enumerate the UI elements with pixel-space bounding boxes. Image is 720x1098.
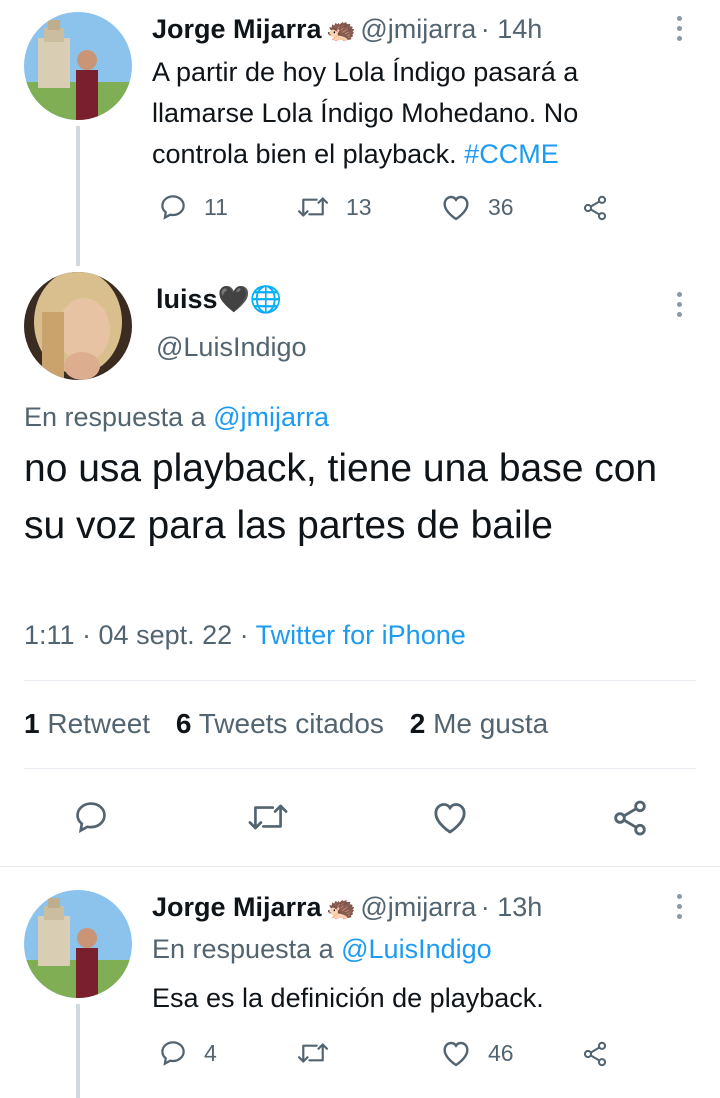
author-handle[interactable]: @jmijarra (360, 14, 476, 44)
reply-prefix: En respuesta a (24, 402, 214, 432)
main-author-name-row: luiss🖤🌐 (156, 284, 282, 315)
hedgehog-emoji: 🦔 (326, 17, 356, 44)
likes-label: Me gusta (433, 708, 549, 739)
reply-action[interactable]: 4 (158, 1038, 217, 1068)
share-icon (583, 195, 607, 221)
reply-prefix: En respuesta a (152, 934, 342, 964)
tweet2-header: Jorge Mijarra 🦔 @jmijarra · 13h (152, 892, 542, 923)
quotes-label: Tweets citados (198, 708, 384, 739)
divider (0, 866, 720, 867)
retweet-count: 13 (346, 193, 372, 220)
retweet-button[interactable] (246, 798, 306, 836)
author-handle[interactable]: @jmijarra (360, 892, 476, 922)
retweets-count: 1 (24, 708, 40, 739)
like-count: 46 (488, 1039, 514, 1066)
divider (24, 680, 696, 681)
avatar-jorge[interactable] (24, 12, 132, 120)
quotes-stat[interactable]: 6 Tweets citados (176, 708, 384, 739)
share-action[interactable] (580, 194, 626, 222)
likes-stat[interactable]: 2 Me gusta (410, 708, 549, 739)
tweet-time[interactable]: · 14h (481, 14, 543, 44)
share-icon (583, 1041, 607, 1067)
like-count: 36 (488, 193, 514, 220)
like-action[interactable]: 36 (440, 192, 514, 222)
tweet1-text: A partir de hoy Lola Índigo pasará a lla… (152, 52, 672, 175)
more-options-icon[interactable] (677, 16, 683, 46)
avatar-jorge[interactable] (24, 890, 132, 998)
quotes-count: 6 (175, 708, 192, 739)
author-name[interactable]: Jorge Mijarra (152, 14, 322, 44)
retweet-action[interactable]: 13 (296, 192, 372, 222)
share-button[interactable] (610, 798, 666, 838)
reply-context: En respuesta a @jmijarra (24, 402, 329, 433)
reply-count: 11 (204, 193, 228, 220)
thread-line (76, 126, 80, 266)
reply-context: En respuesta a @LuisIndigo (152, 934, 492, 965)
retweet-action[interactable] (296, 1038, 346, 1068)
tweet-body: Esa es la definición de playback. (152, 983, 544, 1013)
retweets-label: Retweet (47, 708, 151, 739)
divider (24, 768, 696, 769)
reply-count: 4 (204, 1039, 217, 1066)
heart-icon (443, 195, 469, 221)
heart-icon (434, 803, 466, 834)
more-options-icon[interactable] (677, 894, 683, 924)
share-action[interactable] (580, 1040, 626, 1068)
reply-to-link[interactable]: @LuisIndigo (341, 934, 492, 964)
tweet-timestamp[interactable]: 1:11 · 04 sept. 22 · (24, 620, 256, 650)
main-tweet-text: no usa playback, tiene una base con su v… (24, 447, 658, 547)
hashtag-link[interactable]: #CCME (464, 139, 559, 169)
engagement-stats: 1 Retweet 6 Tweets citados 2 Me gusta (24, 708, 548, 740)
retweet-icon (248, 804, 288, 830)
author-name[interactable]: Jorge Mijarra (152, 892, 322, 922)
reply-icon (161, 195, 185, 220)
reply-button[interactable] (72, 798, 126, 836)
likes-count: 2 (409, 708, 426, 739)
heart-globe-emoji: 🖤🌐 (217, 284, 283, 314)
retweet-icon (297, 197, 329, 217)
hedgehog-emoji: 🦔 (326, 895, 356, 922)
avatar-luiss[interactable] (24, 272, 132, 380)
tweet-time[interactable]: · 13h (481, 892, 543, 922)
reply-to-link[interactable]: @jmijarra (213, 402, 329, 432)
tweet-source[interactable]: Twitter for iPhone (256, 620, 466, 650)
tweet-meta: 1:11 · 04 sept. 22 · Twitter for iPhone (24, 620, 466, 651)
more-options-icon[interactable] (677, 292, 683, 322)
retweets-stat[interactable]: 1 Retweet (24, 708, 150, 739)
tweet1-header: Jorge Mijarra 🦔 @jmijarra · 14h (152, 14, 542, 45)
author-name[interactable]: luiss (156, 284, 218, 314)
reply-icon (161, 1041, 185, 1066)
heart-icon (443, 1041, 469, 1067)
share-icon (614, 800, 646, 836)
like-button[interactable] (430, 798, 486, 836)
reply-action[interactable]: 11 (158, 192, 228, 222)
reply-icon (76, 802, 106, 833)
author-handle[interactable]: @LuisIndigo (156, 332, 307, 363)
thread-line (76, 1004, 80, 1098)
like-action[interactable]: 46 (440, 1038, 514, 1068)
retweet-icon (297, 1043, 329, 1063)
